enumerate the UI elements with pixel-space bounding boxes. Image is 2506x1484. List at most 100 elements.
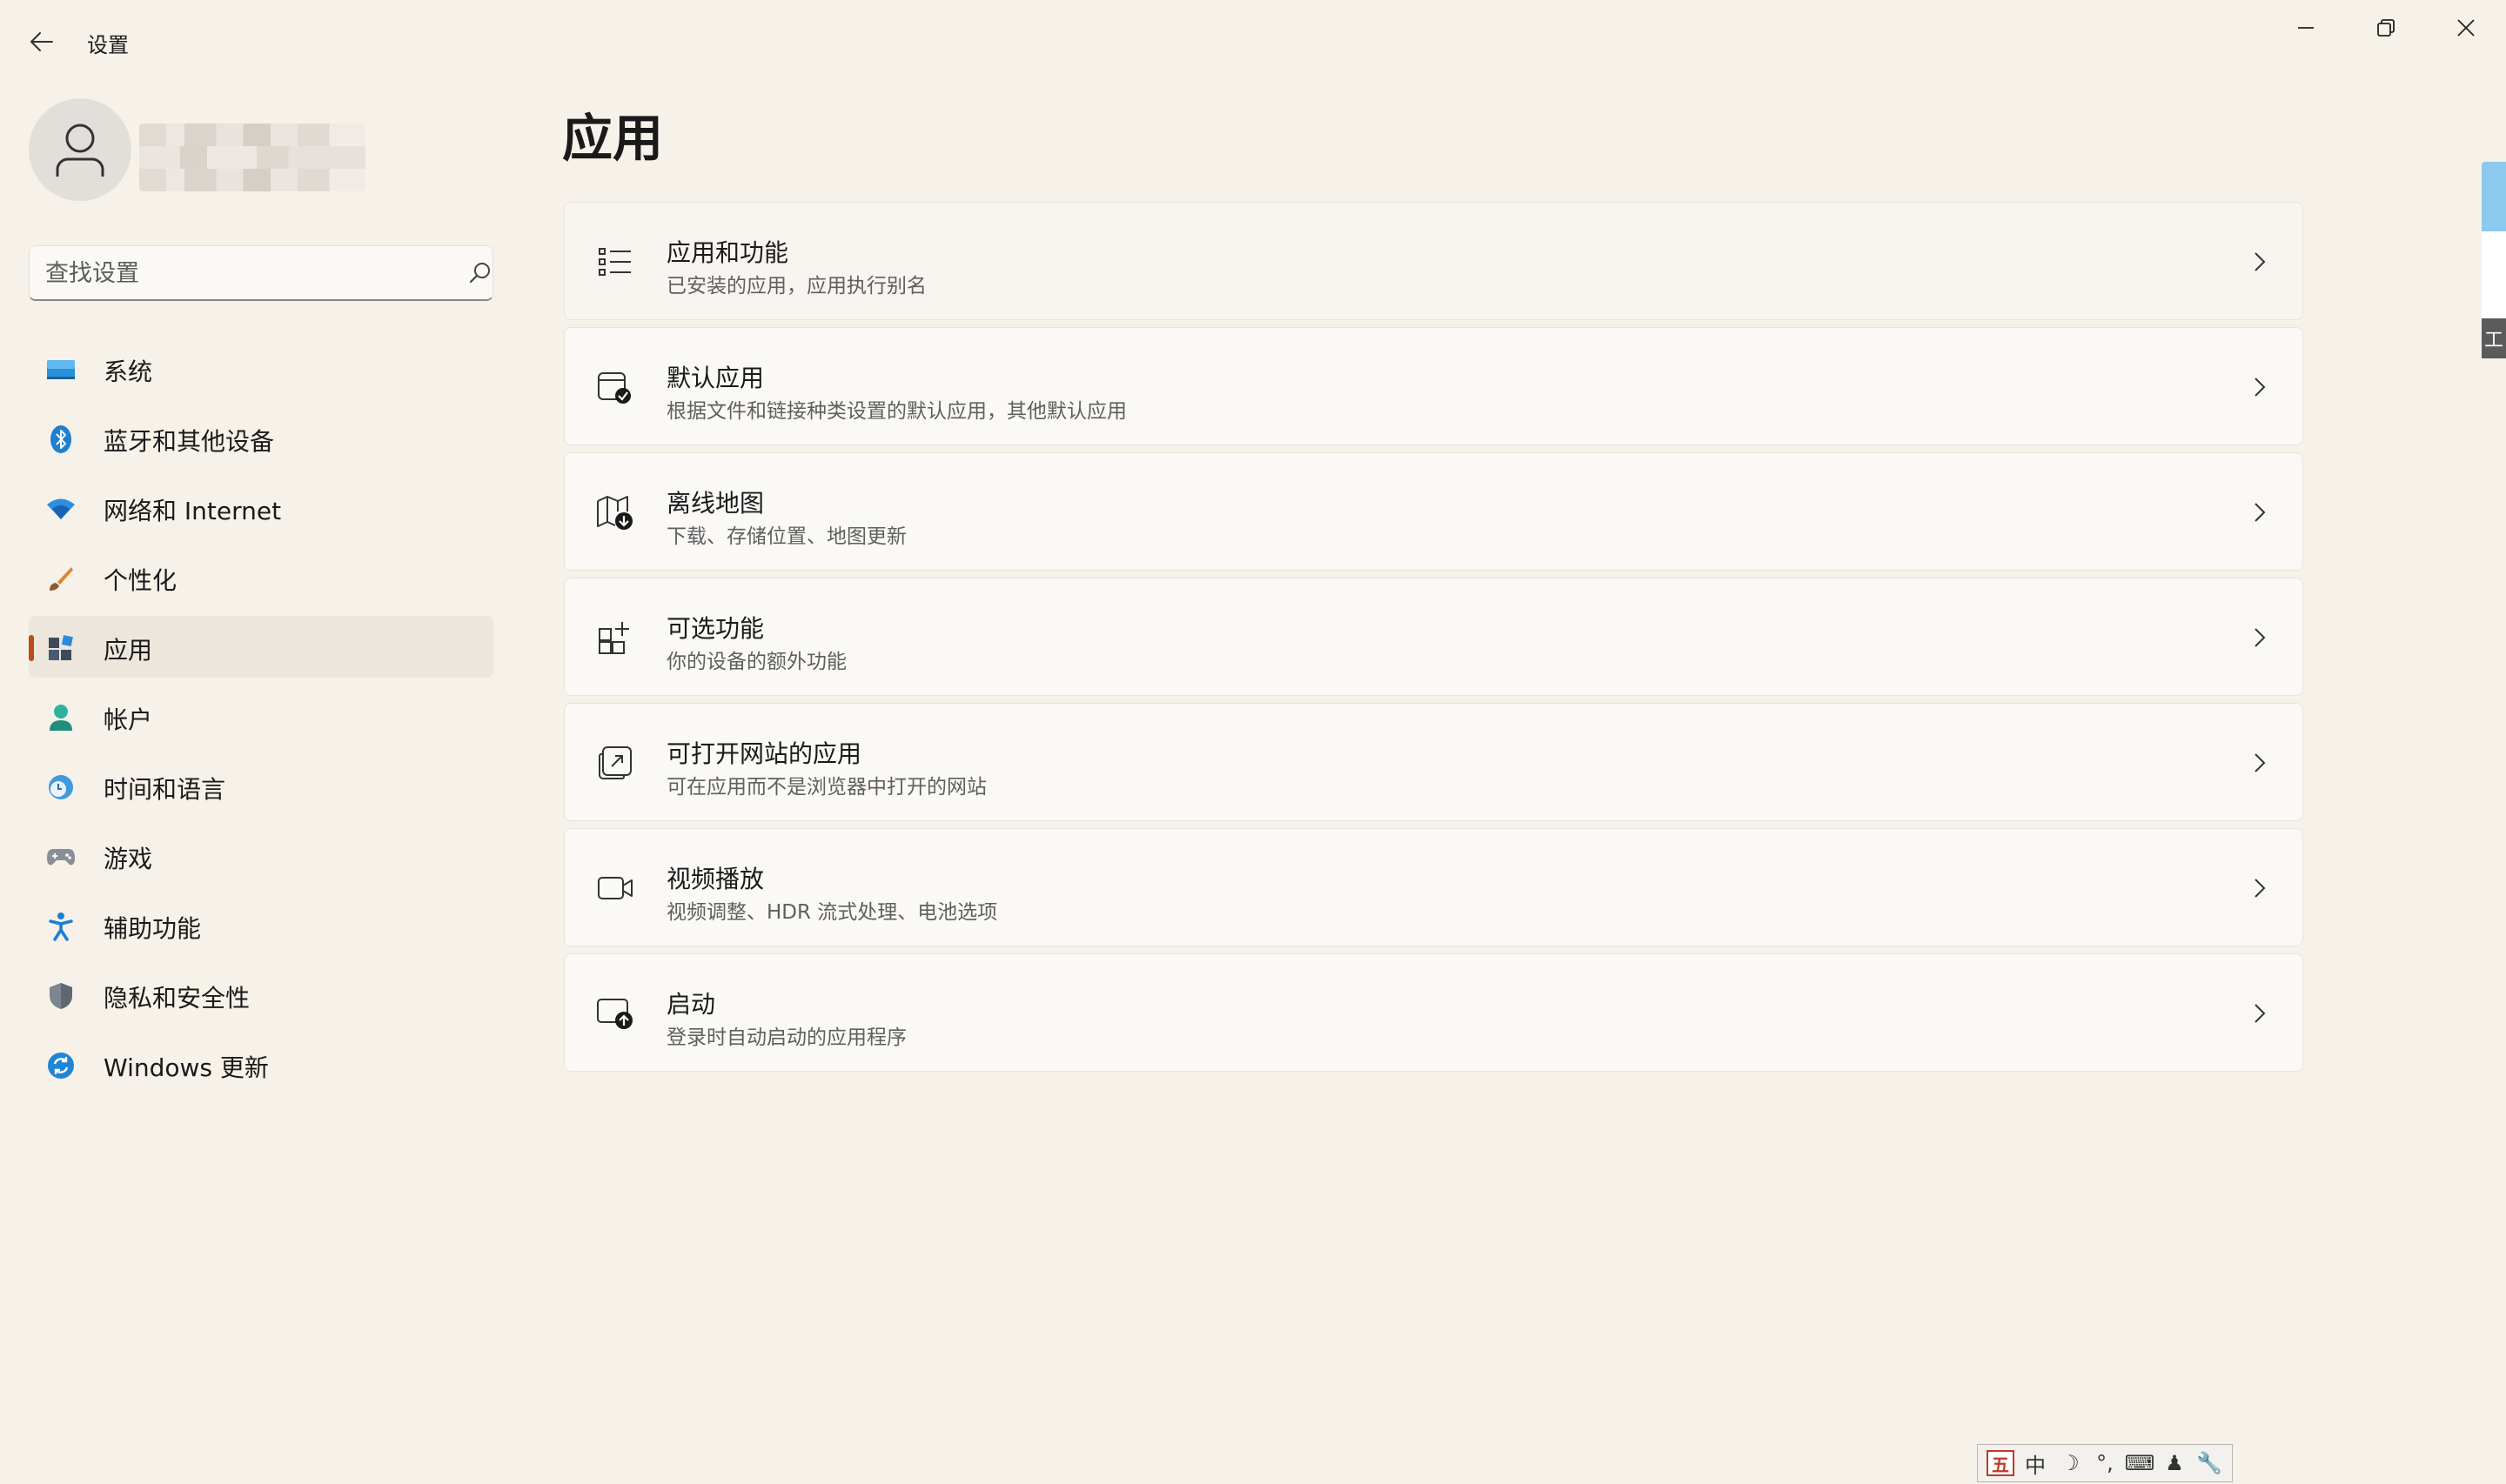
- search-box[interactable]: [29, 245, 493, 301]
- chevron-right-icon: [2248, 375, 2272, 399]
- card-video-playback[interactable]: 视频播放 视频调整、HDR 流式处理、电池选项: [564, 828, 2303, 946]
- sidebar-item-accounts[interactable]: 帐户: [29, 685, 493, 747]
- edge-panel-label: 工: [2482, 318, 2506, 358]
- paintbrush-icon: [46, 564, 76, 593]
- card-title: 可打开网站的应用: [667, 739, 862, 768]
- close-icon: [2457, 19, 2475, 37]
- account-icon: [46, 703, 76, 732]
- sidebar-item-apps[interactable]: 应用: [29, 616, 493, 678]
- minimize-icon: [2298, 27, 2314, 29]
- shield-icon: [46, 981, 76, 1011]
- chevron-right-icon: [2248, 500, 2272, 525]
- card-optional-features[interactable]: 可选功能 你的设备的额外功能: [564, 578, 2303, 696]
- sidebar-item-label: 时间和语言: [104, 775, 226, 804]
- close-button[interactable]: [2426, 0, 2506, 56]
- sidebar-item-label: 个性化: [104, 566, 178, 595]
- card-title: 离线地图: [667, 489, 765, 518]
- sidebar-item-label: 辅助功能: [104, 914, 202, 943]
- sidebar-item-label: 应用: [104, 636, 153, 665]
- sidebar-nav: 系统 蓝牙和其他设备 网络和 Internet 个性化 应用 帐户 时间和语言 …: [29, 338, 493, 1103]
- sidebar-item-windows-update[interactable]: Windows 更新: [29, 1033, 493, 1095]
- ime-settings-wrench-icon[interactable]: 🔧: [2194, 1447, 2225, 1479]
- sidebar-item-label: Windows 更新: [104, 1053, 269, 1082]
- sidebar-item-label: 网络和 Internet: [104, 497, 282, 525]
- ime-punctuation-button[interactable]: °,: [2089, 1447, 2121, 1479]
- search-input[interactable]: [45, 246, 446, 300]
- list-icon: [596, 243, 634, 281]
- person-icon: [56, 124, 104, 177]
- card-subtitle: 根据文件和链接种类设置的默认应用，其他默认应用: [667, 400, 1127, 423]
- startup-icon: [596, 994, 634, 1033]
- chevron-right-icon: [2248, 625, 2272, 650]
- sidebar-item-label: 帐户: [104, 705, 153, 734]
- title-bar: 设置: [0, 0, 2506, 84]
- back-arrow-icon: [30, 32, 53, 51]
- edge-panel-accent: [2482, 162, 2506, 231]
- card-title: 启动: [667, 990, 716, 1019]
- sidebar-item-privacy[interactable]: 隐私和安全性: [29, 964, 493, 1026]
- bluetooth-icon: [46, 424, 76, 454]
- sidebar-item-network[interactable]: 网络和 Internet: [29, 477, 493, 538]
- chevron-right-icon: [2248, 250, 2272, 274]
- restore-icon: [2377, 19, 2395, 37]
- default-apps-icon: [596, 368, 634, 406]
- card-title: 应用和功能: [667, 238, 789, 267]
- chevron-right-icon: [2248, 1001, 2272, 1026]
- card-title: 视频播放: [667, 865, 765, 893]
- card-subtitle: 可在应用而不是浏览器中打开的网站: [667, 776, 987, 799]
- back-button[interactable]: [21, 21, 63, 63]
- system-monitor-icon: [46, 355, 76, 384]
- sidebar-item-gaming[interactable]: 游戏: [29, 825, 493, 886]
- sidebar-item-time-language[interactable]: 时间和语言: [29, 755, 493, 817]
- avatar[interactable]: [29, 98, 131, 201]
- map-download-icon: [596, 493, 634, 531]
- minimize-button[interactable]: [2266, 0, 2346, 56]
- gamepad-icon: [46, 842, 76, 872]
- card-subtitle: 登录时自动启动的应用程序: [667, 1026, 907, 1049]
- ime-chinese-mode-button[interactable]: 中: [2020, 1447, 2051, 1479]
- restore-button[interactable]: [2346, 0, 2426, 56]
- wifi-icon: [46, 494, 76, 524]
- edge-panel-body: [2482, 231, 2506, 318]
- ime-toolbar: 五 中 ☽ °, ⌨ ♟ 🔧: [1977, 1444, 2233, 1482]
- ime-keyboard-icon[interactable]: ⌨: [2124, 1447, 2155, 1479]
- card-apps-features[interactable]: 应用和功能 已安装的应用，应用执行别名: [564, 202, 2303, 320]
- card-default-apps[interactable]: 默认应用 根据文件和链接种类设置的默认应用，其他默认应用: [564, 327, 2303, 445]
- card-subtitle: 你的设备的额外功能: [667, 651, 847, 673]
- settings-card-list: 应用和功能 已安装的应用，应用执行别名 默认应用 根据文件和链接种类设置的默认应…: [564, 202, 2303, 1079]
- sidebar-item-bluetooth[interactable]: 蓝牙和其他设备: [29, 407, 493, 469]
- open-external-icon: [596, 744, 634, 782]
- sidebar-item-label: 隐私和安全性: [104, 984, 251, 1013]
- sidebar-item-personalization[interactable]: 个性化: [29, 546, 493, 608]
- search-icon[interactable]: [468, 261, 492, 285]
- sidebar-item-label: 游戏: [104, 845, 153, 873]
- selection-indicator: [29, 635, 34, 661]
- chevron-right-icon: [2248, 751, 2272, 775]
- ime-halfwidth-moon-icon[interactable]: ☽: [2054, 1447, 2086, 1479]
- card-subtitle: 已安装的应用，应用执行别名: [667, 275, 927, 297]
- card-offline-maps[interactable]: 离线地图 下载、存储位置、地图更新: [564, 452, 2303, 571]
- edge-side-panel[interactable]: 工: [2482, 162, 2506, 358]
- card-subtitle: 下载、存储位置、地图更新: [667, 525, 907, 548]
- profile-name-blurred: [139, 124, 365, 191]
- chevron-right-icon: [2248, 876, 2272, 900]
- apps-icon: [46, 633, 76, 663]
- sidebar-item-accessibility[interactable]: 辅助功能: [29, 894, 493, 956]
- sidebar-item-label: 蓝牙和其他设备: [104, 427, 275, 456]
- globe-clock-icon: [46, 772, 76, 802]
- ime-user-icon[interactable]: ♟: [2159, 1447, 2190, 1479]
- add-feature-icon: [596, 618, 634, 657]
- card-subtitle: 视频调整、HDR 流式处理、电池选项: [667, 901, 998, 924]
- page-title: 应用: [562, 109, 664, 168]
- card-title: 可选功能: [667, 614, 765, 643]
- card-apps-for-websites[interactable]: 可打开网站的应用 可在应用而不是浏览器中打开的网站: [564, 703, 2303, 821]
- ime-wubi-label: 五: [1987, 1450, 2014, 1476]
- card-startup[interactable]: 启动 登录时自动启动的应用程序: [564, 953, 2303, 1072]
- video-camera-icon: [596, 869, 634, 907]
- app-title: 设置: [87, 33, 129, 57]
- accessibility-icon: [46, 912, 76, 941]
- sidebar-item-system[interactable]: 系统: [29, 338, 493, 399]
- ime-wubi-button[interactable]: 五: [1985, 1447, 2016, 1479]
- update-icon: [46, 1051, 76, 1080]
- card-title: 默认应用: [667, 364, 765, 392]
